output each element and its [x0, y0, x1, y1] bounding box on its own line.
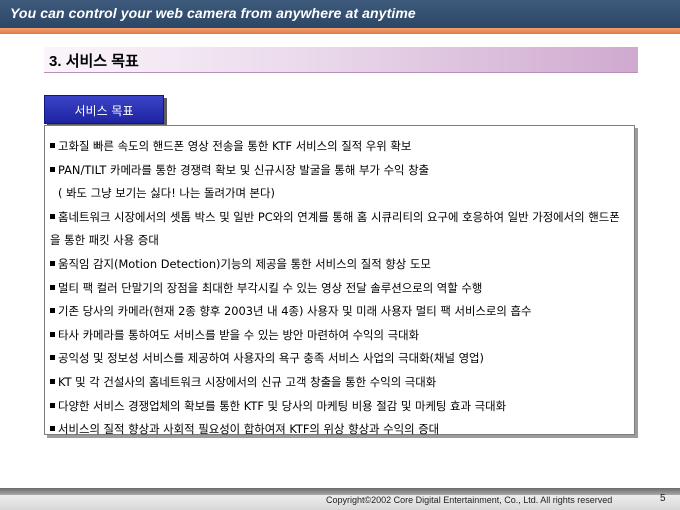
list-item-text: ( 봐도 그냥 보기는 싫다! 나는 돌려가며 본다) [58, 186, 275, 201]
bullet-icon [50, 355, 55, 361]
footer-line [0, 488, 680, 495]
header-tagline: You can control your web camera from any… [10, 5, 416, 21]
list-item: 움직임 감지(Motion Detection)기능의 제공을 통한 서비스의 … [50, 253, 628, 277]
list-item: PAN/TILT 카메라를 통한 경쟁력 확보 및 신규시장 발굴을 통해 부가… [50, 159, 628, 183]
section-title: 3. 서비스 목표 [49, 50, 139, 71]
tab-label: 서비스 목표 [74, 104, 134, 118]
list-item-text: 고화질 빠른 속도의 핸드폰 영상 전송을 통한 KTF 서비스의 질적 우위 … [58, 139, 412, 153]
list-item-text: 움직임 감지(Motion Detection)기능의 제공을 통한 서비스의 … [58, 256, 431, 271]
bullet-icon [50, 331, 55, 337]
page-number: 5 [660, 493, 666, 504]
header-bar: You can control your web camera from any… [0, 0, 680, 28]
goals-list: 고화질 빠른 속도의 핸드폰 영상 전송을 통한 KTF 서비스의 질적 우위 … [50, 135, 628, 442]
list-item-text: 홈네트워크 시장에서의 셋톱 박스 및 일반 PC와의 연계를 통해 홈 시큐리… [50, 209, 620, 248]
bullet-icon [50, 378, 55, 384]
bullet-icon [50, 308, 55, 314]
goals-content-box: 고화질 빠른 속도의 핸드폰 영상 전송을 통한 KTF 서비스의 질적 우위 … [44, 125, 635, 436]
list-item-text: 공익성 및 정보성 서비스를 제공하여 사용자의 욕구 충족 서비스 사업의 극… [58, 351, 484, 366]
bullet-icon [50, 402, 55, 408]
list-item-text: PAN/TILT 카메라를 통한 경쟁력 확보 및 신규시장 발굴을 통해 부가… [58, 162, 430, 177]
bullet-icon [50, 166, 55, 172]
list-item-text: 멀티 팩 컬러 단말기의 장점을 최대한 부각시킬 수 있는 영상 전달 솔루션… [58, 280, 483, 295]
list-item: 기존 당사의 카메라(현재 2종 향후 2003년 내 4종) 사용자 및 미래… [50, 300, 628, 324]
list-item-text: KT 및 각 건설사의 홈네트워크 시장에서의 신규 고객 창출을 통한 수익의… [58, 374, 437, 389]
section-number: 3. [49, 53, 62, 70]
list-item: 멀티 팩 컬러 단말기의 장점을 최대한 부각시킬 수 있는 영상 전달 솔루션… [50, 277, 628, 301]
bullet-icon [50, 260, 55, 266]
tab-service-goals[interactable]: 서비스 목표 [44, 95, 164, 124]
list-item: 홈네트워크 시장에서의 셋톱 박스 및 일반 PC와의 연계를 통해 홈 시큐리… [50, 206, 628, 253]
section-title-text: 서비스 목표 [65, 53, 139, 70]
footer-copyright: Copyright©2002 Core Digital Entertainmen… [326, 495, 613, 505]
list-item: KT 및 각 건설사의 홈네트워크 시장에서의 신규 고객 창출을 통한 수익의… [50, 371, 628, 395]
list-item: 다양한 서비스 경쟁업체의 확보를 통한 KTF 및 당사의 마케팅 비용 절감… [50, 395, 628, 419]
bullet-icon [50, 426, 55, 432]
list-item: 서비스의 질적 향상과 사회적 필요성이 합하여져 KTF의 위상 향상과 수익… [50, 418, 628, 442]
section-title-bar: 3. 서비스 목표 [44, 47, 638, 73]
list-item: 타사 카메라를 통하여도 서비스를 받을 수 있는 방안 마련하여 수익의 극대… [50, 324, 628, 348]
bullet-icon [50, 284, 55, 290]
list-item: 공익성 및 정보성 서비스를 제공하여 사용자의 욕구 충족 서비스 사업의 극… [50, 347, 628, 371]
bullet-icon [50, 143, 55, 148]
bullet-icon [50, 213, 55, 219]
header-accent-line [0, 28, 680, 34]
list-item-text: 기존 당사의 카메라(현재 2종 향후 2003년 내 4종) 사용자 및 미래… [58, 304, 532, 319]
list-item-text: 서비스의 질적 향상과 사회적 필요성이 합하여져 KTF의 위상 향상과 수익… [58, 422, 440, 437]
list-item-text: 타사 카메라를 통하여도 서비스를 받을 수 있는 방안 마련하여 수익의 극대… [58, 327, 420, 342]
list-item: 고화질 빠른 속도의 핸드폰 영상 전송을 통한 KTF 서비스의 질적 우위 … [50, 135, 628, 159]
list-item: ( 봐도 그냥 보기는 싫다! 나는 돌려가며 본다) [50, 182, 628, 206]
list-item-text: 다양한 서비스 경쟁업체의 확보를 통한 KTF 및 당사의 마케팅 비용 절감… [58, 398, 507, 413]
